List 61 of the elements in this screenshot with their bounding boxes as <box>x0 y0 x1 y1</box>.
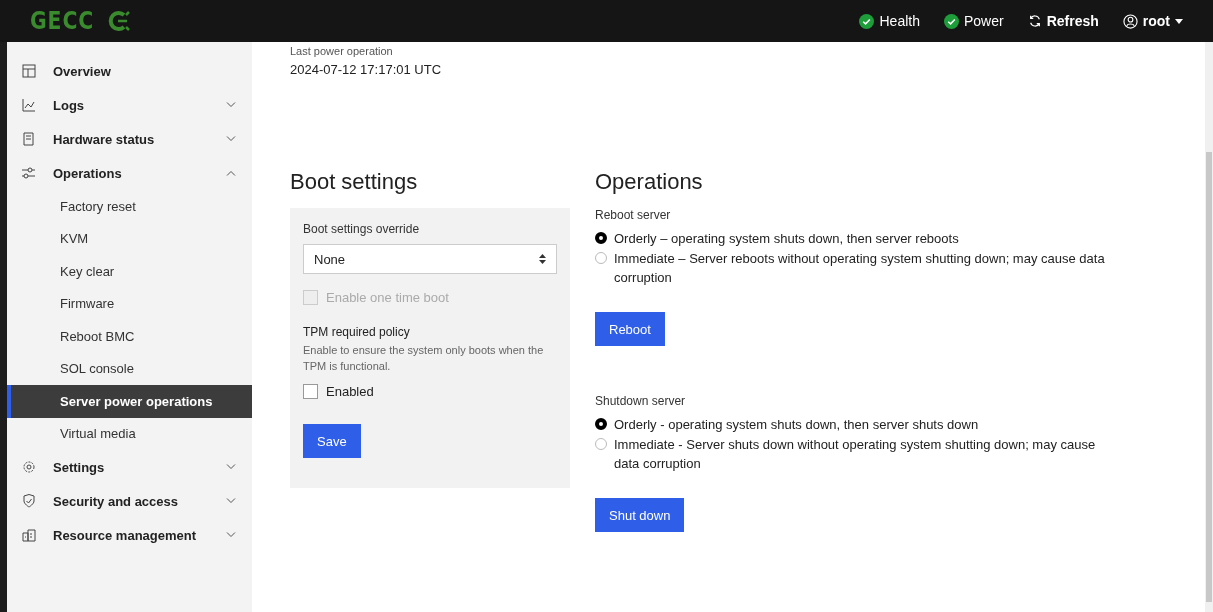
sidebar-subitem[interactable]: Firmware <box>7 287 252 320</box>
sidebar-item[interactable]: Hardware status <box>7 122 252 156</box>
chevron-icon <box>226 498 236 504</box>
chevron-icon <box>226 464 236 470</box>
sidebar-subitem[interactable]: Server power operations <box>7 385 252 418</box>
sidebar-subitem[interactable]: Virtual media <box>7 417 252 450</box>
chevron-icon <box>226 102 236 108</box>
nav-icon <box>21 97 37 113</box>
chevron-icon <box>226 532 236 538</box>
gecko-logo-icon <box>106 10 131 32</box>
save-button[interactable]: Save <box>303 424 361 458</box>
sidebar-item[interactable]: Resource management <box>7 518 252 552</box>
sidebar-subitem[interactable]: KVM <box>7 222 252 255</box>
radio-button[interactable] <box>595 418 607 430</box>
radio-button[interactable] <box>595 438 607 450</box>
action-button[interactable]: Shut down <box>595 498 685 532</box>
nav-icon <box>21 459 37 475</box>
refresh-icon <box>1027 14 1042 28</box>
radio-label[interactable]: Immediate - Server shuts down without operating system shutting down; may cause data corruption <box>614 435 1105 473</box>
field-label: Boot settings override <box>303 222 421 236</box>
radio-label[interactable]: Orderly - operating system shuts down, then server shuts down <box>614 415 979 434</box>
nav-icon <box>21 493 37 509</box>
nav-icon <box>21 63 37 79</box>
nav-icon <box>21 131 37 147</box>
sidebar-subitem[interactable]: SOL console <box>7 352 252 385</box>
checkbox-label[interactable]: Enabled <box>326 384 374 399</box>
nav-icon <box>21 165 37 181</box>
boot-override-select[interactable]: None <box>303 244 557 274</box>
sort-arrows-icon <box>539 254 546 264</box>
status-indicator[interactable]: Health <box>859 13 920 29</box>
sidebar-item[interactable]: Logs <box>7 88 252 122</box>
chevron-icon <box>226 136 236 142</box>
sidebar-item[interactable]: Operations <box>7 156 252 190</box>
radio-label[interactable]: Orderly – operating system shuts down, then server reboots <box>614 229 959 248</box>
field-label: TPM required policy <box>303 325 411 339</box>
sidebar-subitem[interactable]: Reboot BMC <box>7 320 252 353</box>
logo-text: GECC <box>30 7 95 35</box>
field-value: 2024-07-12 17:17:01 UTC <box>290 62 443 77</box>
nav-icon <box>21 527 37 543</box>
radio-button[interactable] <box>595 232 607 244</box>
radio-button[interactable] <box>595 252 607 264</box>
refresh-button[interactable]: Refresh <box>1027 13 1099 29</box>
help-text: Enable to ensure the system only boots when the TPM is functional. <box>303 343 545 374</box>
field-label: Reboot server <box>595 208 672 222</box>
sidebar-item[interactable]: Settings <box>7 450 252 484</box>
section-heading: Operations <box>595 169 704 195</box>
field-label: Shutdown server <box>595 394 687 408</box>
caret-icon <box>1175 18 1183 24</box>
sidebar-item[interactable]: Overview <box>7 54 252 88</box>
section-heading: Boot settings <box>290 169 419 195</box>
user-menu[interactable]: root <box>1122 13 1183 29</box>
status-indicator[interactable]: Power <box>943 13 1004 29</box>
field-label: Last power operation <box>290 44 394 57</box>
chevron-icon <box>226 170 236 176</box>
action-button[interactable]: Reboot <box>595 312 665 346</box>
sidebar-item[interactable]: Security and access <box>7 484 252 518</box>
sidebar-subitem[interactable]: Key clear <box>7 255 252 288</box>
radio-label[interactable]: Immediate – Server reboots without operating system shutting down; may cause data corruption <box>614 249 1105 287</box>
checkbox[interactable] <box>303 384 318 399</box>
user-icon <box>1122 13 1138 29</box>
sidebar-subitem[interactable]: Factory reset <box>7 190 252 223</box>
